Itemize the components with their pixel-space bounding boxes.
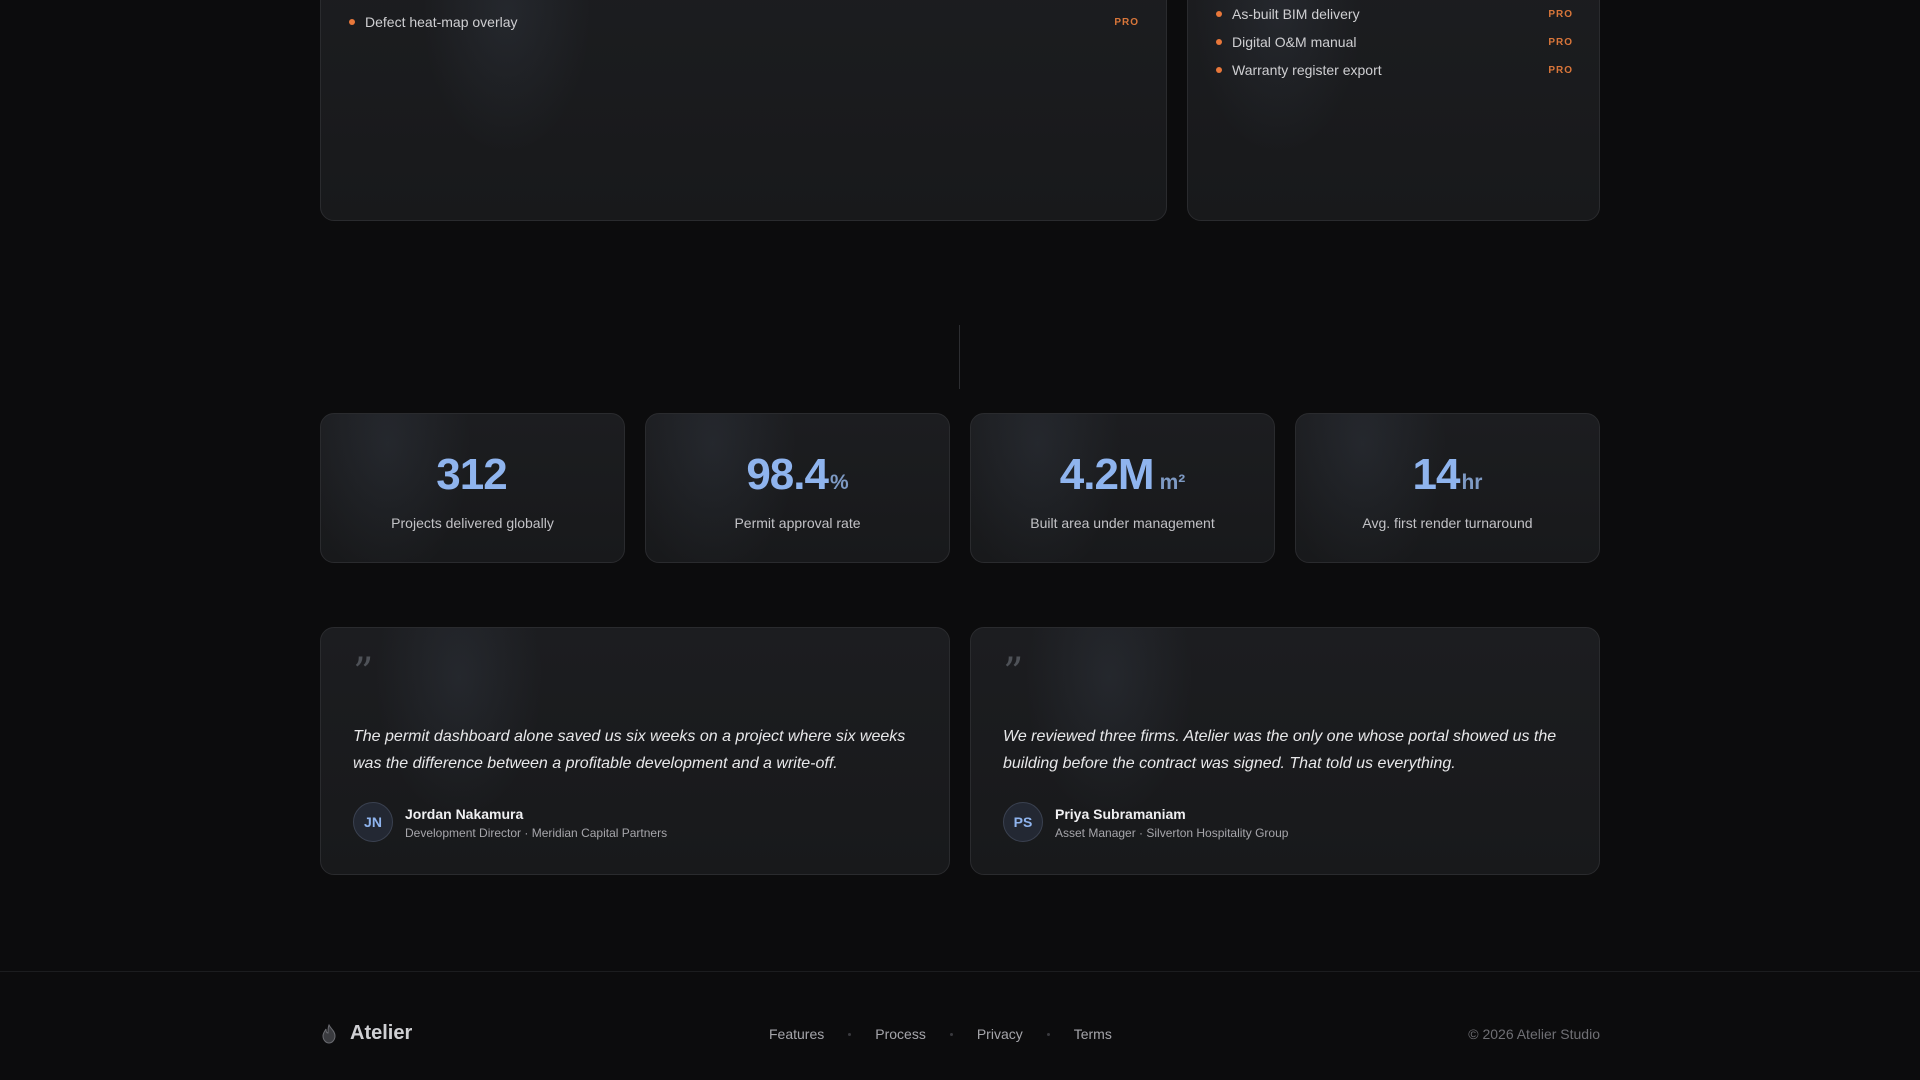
feature-label: Warranty register export (1232, 62, 1382, 78)
stat-unit: % (829, 471, 849, 494)
nav-separator (848, 1032, 852, 1036)
footer-link-features[interactable]: Features (769, 1026, 824, 1042)
section-divider (959, 325, 960, 389)
stat-label: Projects delivered globally (391, 515, 554, 531)
feature-card-left: Defect heat-map overlay PRO (320, 0, 1167, 221)
feature-item: As-built BIM delivery PRO (1216, 0, 1573, 28)
stat-label: Permit approval rate (734, 515, 861, 531)
feature-item: Digital O&M manual PRO (1216, 28, 1573, 56)
testimonial-card: ” The permit dashboard alone saved us si… (320, 627, 950, 875)
bullet-dot-icon (349, 19, 355, 25)
nav-separator (1046, 1032, 1050, 1036)
brand-name: Atelier (350, 1022, 413, 1044)
stat-card-projects: 312 Projects delivered globally (320, 413, 625, 563)
feature-label: Digital O&M manual (1232, 34, 1357, 50)
author-role: Development Director · Meridian Capital … (405, 826, 668, 840)
avatar: JN (353, 802, 393, 842)
bullet-dot-icon (1216, 67, 1222, 73)
quote-mark-icon: ” (353, 650, 374, 696)
feature-card-right: As-built BIM delivery PRO Digital O&M ma… (1187, 0, 1600, 221)
feature-label: As-built BIM delivery (1232, 6, 1360, 22)
stat-unit: hr (1461, 471, 1483, 494)
stat-label: Built area under management (1030, 515, 1215, 531)
pro-badge: PRO (1548, 8, 1573, 20)
stat-value: 4.2M (1059, 450, 1155, 499)
author-name: Priya Subramaniam (1055, 806, 1186, 822)
feature-item: Warranty register export PRO (1216, 56, 1573, 84)
stat-value: 98.4 (746, 450, 829, 499)
stat-card-turnaround: 14 hr Avg. first render turnaround (1295, 413, 1600, 563)
footer-link-terms[interactable]: Terms (1074, 1026, 1112, 1042)
bullet-dot-icon (1216, 39, 1222, 45)
avatar: PS (1003, 802, 1043, 842)
pro-badge: PRO (1548, 36, 1573, 48)
feature-list: As-built BIM delivery PRO Digital O&M ma… (1216, 0, 1573, 84)
feature-list: Defect heat-map overlay PRO (349, 8, 1139, 36)
quote-mark-icon: ” (1003, 650, 1024, 696)
stat-card-area: 4.2M m² Built area under management (970, 413, 1275, 563)
copyright: © 2026 Atelier Studio (1468, 1026, 1600, 1042)
footer-brand[interactable]: Atelier (320, 1022, 412, 1045)
stat-value: 312 (436, 450, 507, 499)
pro-badge: PRO (1114, 16, 1139, 28)
testimonial-text: The permit dashboard alone saved us six … (353, 728, 906, 772)
author-name: Jordan Nakamura (405, 806, 524, 822)
testimonial-text: We reviewed three firms. Atelier was the… (1003, 728, 1557, 772)
feature-item: Defect heat-map overlay PRO (349, 8, 1139, 36)
pro-badge: PRO (1548, 64, 1573, 76)
nav-separator (949, 1032, 953, 1036)
stat-card-approval: 98.4 % Permit approval rate (645, 413, 950, 563)
bullet-dot-icon (1216, 11, 1222, 17)
stat-unit: m² (1159, 471, 1186, 494)
stat-value: 14 (1412, 450, 1461, 499)
testimonial-card: ” We reviewed three firms. Atelier was t… (970, 627, 1600, 875)
footer-divider (0, 971, 1920, 972)
feature-label: Defect heat-map overlay (365, 14, 518, 30)
footer-nav: Features Process Privacy Terms (769, 1026, 1112, 1042)
flame-icon (322, 1023, 336, 1044)
stat-label: Avg. first render turnaround (1362, 515, 1533, 531)
footer-link-privacy[interactable]: Privacy (977, 1026, 1023, 1042)
footer-link-process[interactable]: Process (875, 1026, 926, 1042)
author-role: Asset Manager · Silverton Hospitality Gr… (1055, 826, 1289, 840)
